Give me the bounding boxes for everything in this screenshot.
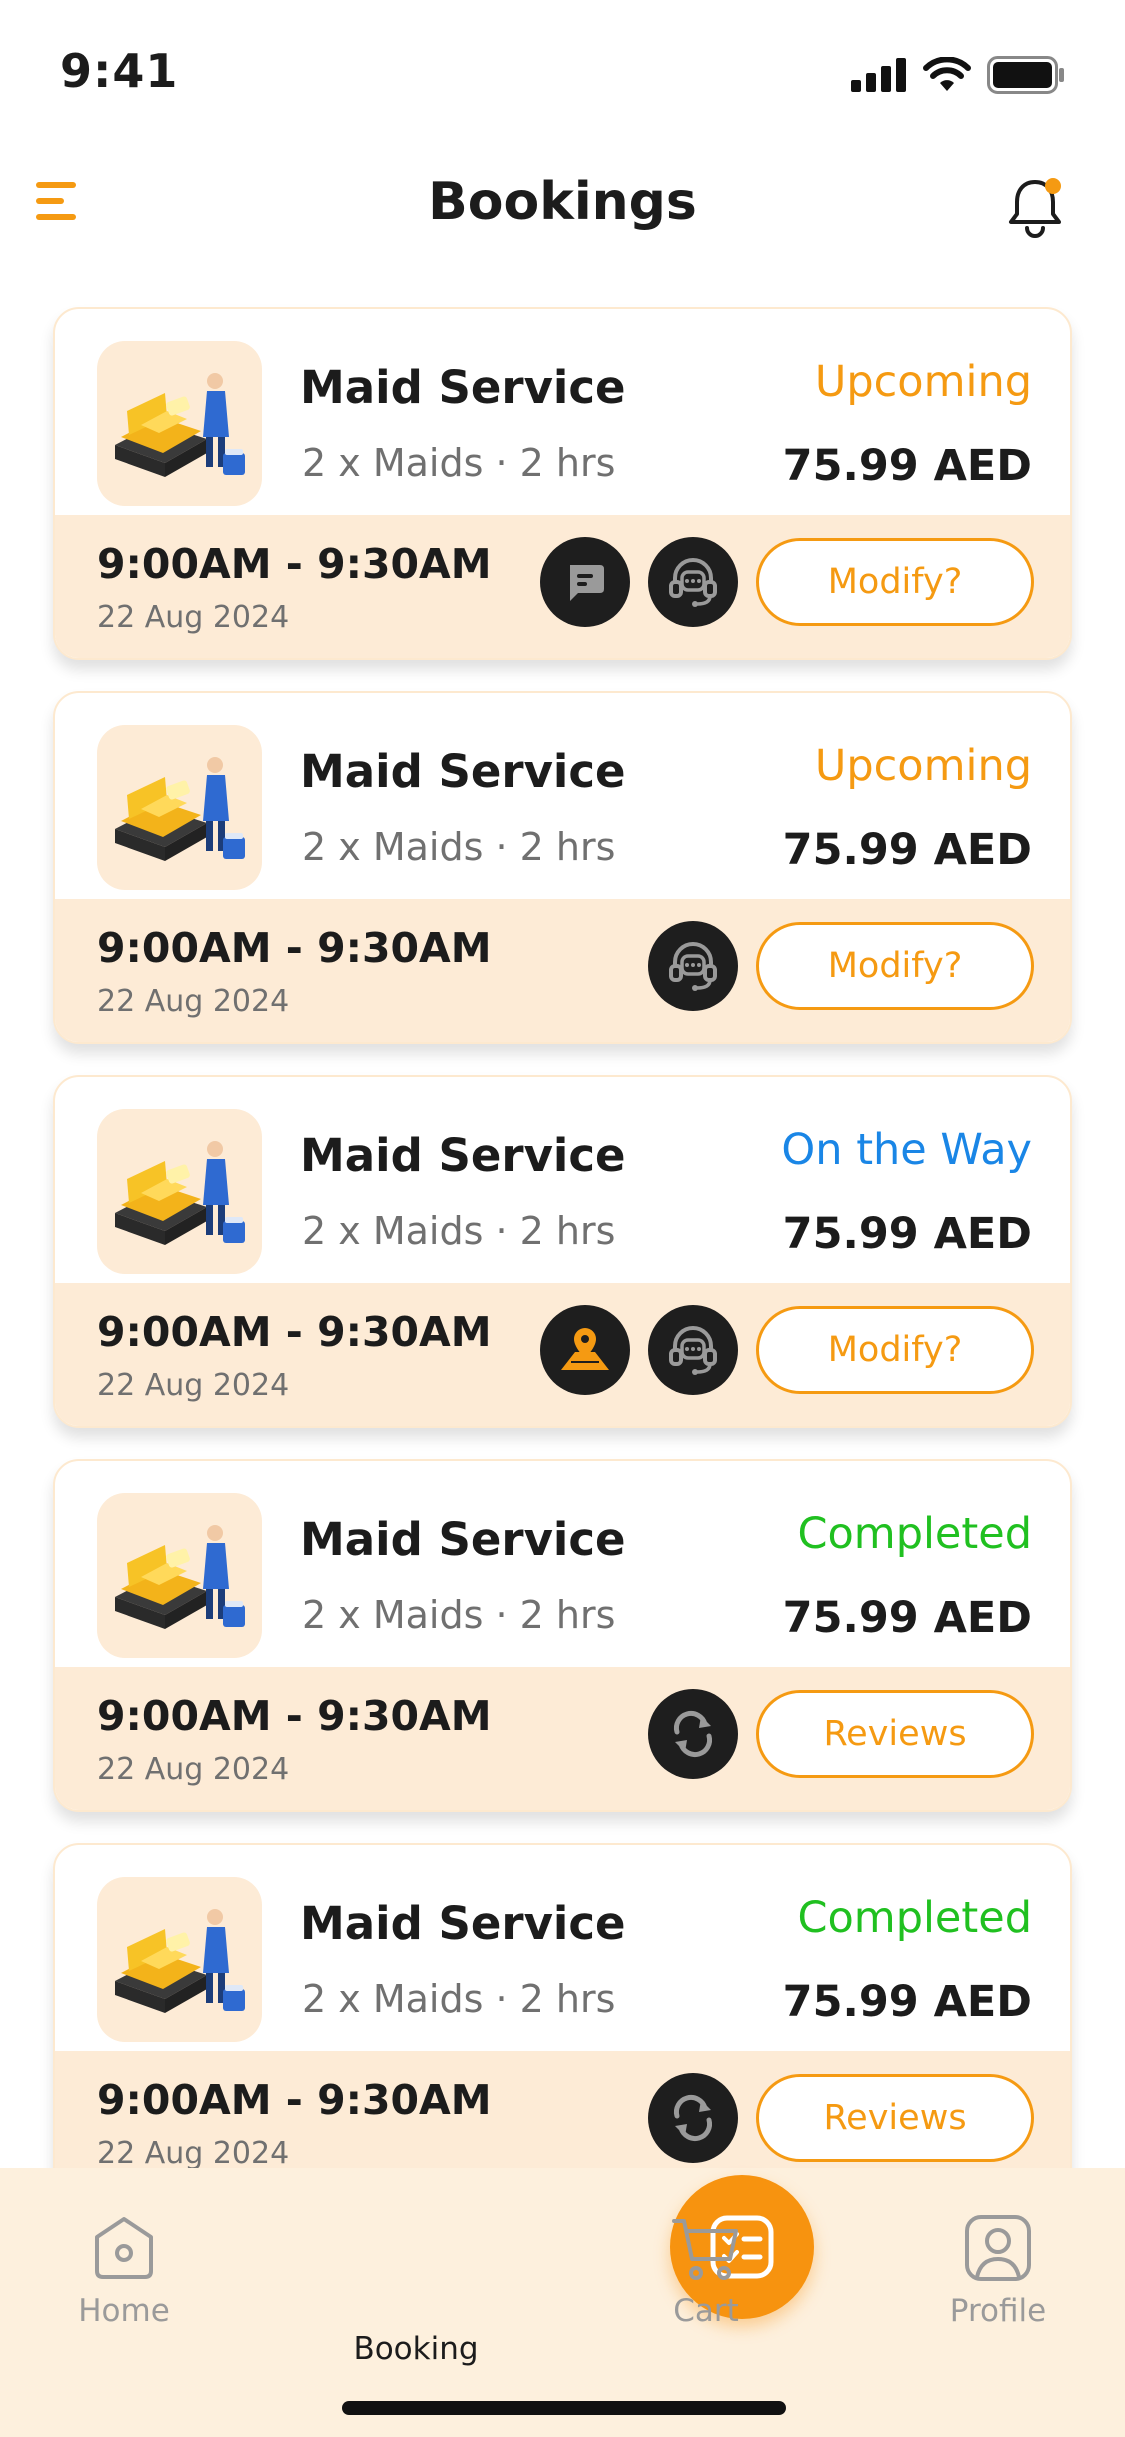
tab-home-label: Home	[78, 2293, 170, 2329]
service-detail: 2 x Maids · 2 hrs	[302, 825, 616, 869]
tab-cart-label: Cart	[673, 2293, 739, 2329]
booking-card-footer: 9:00AM - 9:30AM 22 Aug 2024 Modify?	[55, 899, 1070, 1042]
maid-service-illustration	[97, 725, 262, 890]
booking-time: 9:00AM - 9:30AM	[97, 1308, 492, 1356]
maid-service-illustration	[97, 1109, 262, 1274]
maid-service-illustration	[97, 341, 262, 506]
status-time: 9:41	[60, 44, 179, 98]
support-icon	[669, 1326, 717, 1375]
status-icons	[851, 56, 1065, 94]
service-name: Maid Service	[300, 1129, 626, 1182]
booking-time: 9:00AM - 9:30AM	[97, 2076, 492, 2124]
bell-icon	[1009, 178, 1061, 238]
booking-status: On the Way	[781, 1125, 1032, 1175]
maid-service-illustration	[97, 1877, 262, 2042]
reviews-button[interactable]: Reviews	[756, 2074, 1034, 2162]
service-detail: 2 x Maids · 2 hrs	[302, 1977, 616, 2021]
booking-time: 9:00AM - 9:30AM	[97, 924, 492, 972]
booking-card-footer: 9:00AM - 9:30AM 22 Aug 2024 Modify?	[55, 1283, 1070, 1426]
chat-button[interactable]	[540, 537, 630, 627]
track-location-button[interactable]	[540, 1305, 630, 1395]
tab-booking-label: Booking	[353, 2331, 479, 2367]
chat-icon	[570, 565, 604, 601]
booking-date: 22 Aug 2024	[97, 984, 290, 1019]
booking-price: 75.99 AED	[782, 441, 1032, 491]
booking-card-2[interactable]: Maid Service 2 x Maids · 2 hrs Upcoming …	[53, 691, 1072, 1044]
tab-cart[interactable]: Cart	[616, 2213, 796, 2329]
service-detail: 2 x Maids · 2 hrs	[302, 441, 616, 485]
battery-icon	[987, 56, 1064, 94]
home-icon	[95, 2217, 153, 2279]
booking-price: 75.99 AED	[782, 825, 1032, 875]
service-detail: 2 x Maids · 2 hrs	[302, 1593, 616, 1637]
wifi-icon	[923, 57, 971, 91]
service-name: Maid Service	[300, 1513, 626, 1566]
booking-status: Completed	[797, 1893, 1032, 1943]
booking-date: 22 Aug 2024	[97, 600, 290, 635]
support-button[interactable]	[648, 921, 738, 1011]
service-name: Maid Service	[300, 361, 626, 414]
booking-status: Completed	[797, 1509, 1032, 1559]
booking-date: 22 Aug 2024	[97, 1752, 290, 1787]
service-name: Maid Service	[300, 1897, 626, 1950]
booking-time: 9:00AM - 9:30AM	[97, 540, 492, 588]
booking-date: 22 Aug 2024	[97, 2136, 290, 2171]
booking-card-footer: 9:00AM - 9:30AM 22 Aug 2024 Modify?	[55, 515, 1070, 658]
repeat-icon	[673, 2094, 713, 2142]
repeat-icon	[673, 1710, 713, 1758]
tab-bar: Home Booking Cart Profile	[0, 2168, 1125, 2437]
status-bar: 9:41	[0, 0, 1125, 150]
home-indicator	[342, 2401, 786, 2415]
booking-price: 75.99 AED	[782, 1977, 1032, 2027]
reviews-button[interactable]: Reviews	[756, 1690, 1034, 1778]
modify-button[interactable]: Modify?	[756, 922, 1034, 1010]
header: Bookings	[0, 160, 1125, 250]
booking-time: 9:00AM - 9:30AM	[97, 1692, 492, 1740]
support-button[interactable]	[648, 537, 738, 627]
tab-booking[interactable]: Booking	[326, 2175, 814, 2367]
booking-status: Upcoming	[814, 741, 1032, 791]
support-icon	[669, 942, 717, 991]
booking-card-5[interactable]: Maid Service 2 x Maids · 2 hrs Completed…	[53, 1843, 1072, 2196]
booking-list: Maid Service 2 x Maids · 2 hrs Upcoming …	[53, 307, 1072, 2227]
page-title: Bookings	[428, 172, 697, 232]
support-button[interactable]	[648, 1305, 738, 1395]
tab-profile[interactable]: Profile	[908, 2213, 1088, 2329]
booking-actions: Reviews	[648, 1689, 1034, 1779]
tab-home[interactable]: Home	[34, 2213, 214, 2329]
modify-button[interactable]: Modify?	[756, 1306, 1034, 1394]
booking-card-3[interactable]: Maid Service 2 x Maids · 2 hrs On the Wa…	[53, 1075, 1072, 1428]
tab-profile-label: Profile	[949, 2293, 1047, 2329]
cart-icon	[672, 2219, 738, 2280]
booking-actions: Modify?	[540, 1305, 1034, 1395]
booking-status: Upcoming	[814, 357, 1032, 407]
service-detail: 2 x Maids · 2 hrs	[302, 1209, 616, 1253]
service-name: Maid Service	[300, 745, 626, 798]
map-pin-icon	[561, 1328, 609, 1370]
booking-price: 75.99 AED	[782, 1593, 1032, 1643]
booking-price: 75.99 AED	[782, 1209, 1032, 1259]
booking-date: 22 Aug 2024	[97, 1368, 290, 1403]
booking-actions: Modify?	[648, 921, 1034, 1011]
modify-button[interactable]: Modify?	[756, 538, 1034, 626]
profile-icon	[965, 2215, 1031, 2281]
cellular-signal-icon	[851, 58, 906, 92]
booking-actions: Modify?	[540, 537, 1034, 627]
rebook-button[interactable]	[648, 2073, 738, 2163]
notification-button[interactable]	[1003, 174, 1067, 240]
booking-card-4[interactable]: Maid Service 2 x Maids · 2 hrs Completed…	[53, 1459, 1072, 1812]
support-icon	[669, 558, 717, 607]
rebook-button[interactable]	[648, 1689, 738, 1779]
booking-card-footer: 9:00AM - 9:30AM 22 Aug 2024 Reviews	[55, 1667, 1070, 1810]
maid-service-illustration	[97, 1493, 262, 1658]
booking-card-1[interactable]: Maid Service 2 x Maids · 2 hrs Upcoming …	[53, 307, 1072, 660]
booking-actions: Reviews	[648, 2073, 1034, 2163]
